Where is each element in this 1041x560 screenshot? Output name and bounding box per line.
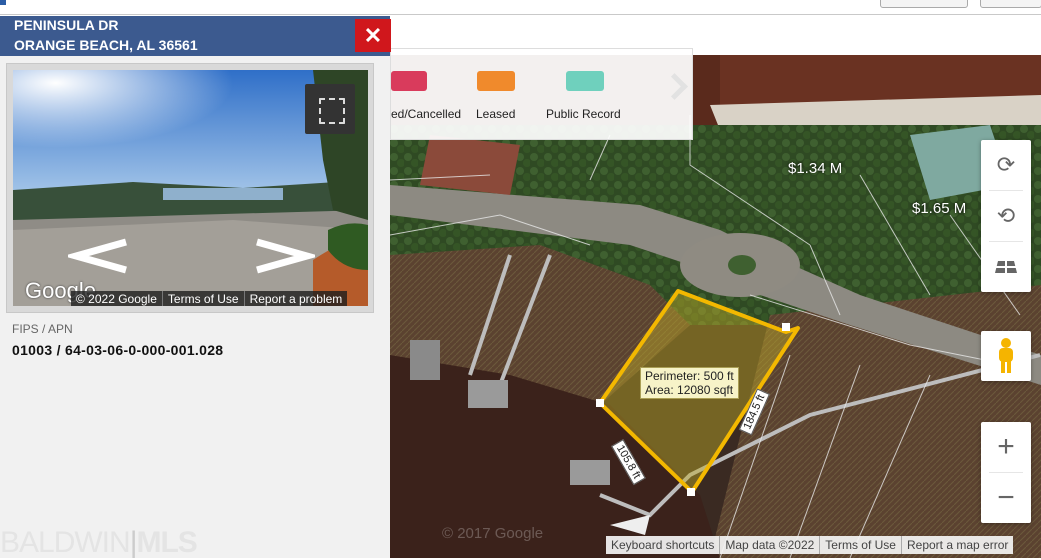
rotate-tilt-controls: ⟳ ⟲	[981, 140, 1031, 292]
legend-label: ed/Cancelled	[391, 107, 462, 121]
imagery-watermark: © 2017 Google	[442, 525, 544, 542]
zoom-in-button[interactable]: +	[981, 422, 1031, 472]
keyboard-shortcuts-link[interactable]: Keyboard shortcuts	[606, 536, 721, 554]
price-label[interactable]: $1.34 M	[788, 160, 842, 177]
street-view-control[interactable]	[981, 331, 1031, 381]
legend-swatch	[391, 71, 427, 91]
legend-label: Leased	[476, 107, 516, 121]
property-info-panel: PENINSULA DR ORANGE BEACH, AL 36561 ✕ Go…	[0, 16, 391, 559]
rotate-counterclockwise-icon[interactable]: ⟲	[981, 191, 1031, 241]
zoom-out-button[interactable]: −	[981, 473, 1031, 523]
top-toolbar	[0, 0, 1041, 15]
price-label[interactable]: $1.65 M	[912, 200, 966, 217]
fips-label: FIPS / APN	[12, 322, 73, 336]
status-legend: ed/Cancelled Leased Public Record	[390, 48, 693, 140]
arrow-left-icon[interactable]	[68, 238, 130, 274]
measurement-label: Perimeter: 500 ft Area: 12080 sqft	[640, 367, 739, 399]
tilt-icon[interactable]	[981, 242, 1031, 292]
toolbar-button[interactable]	[980, 0, 1041, 8]
arrow-right-icon[interactable]	[253, 238, 315, 274]
legend-swatch	[477, 71, 515, 91]
fips-value: 01003 / 64-03-06-0-000-001.028	[12, 342, 224, 358]
area-text: Area: 12080 sqft	[645, 383, 734, 397]
close-button[interactable]: ✕	[355, 19, 391, 52]
fullscreen-icon[interactable]	[305, 84, 355, 134]
zoom-controls: + −	[981, 422, 1031, 523]
chevron-right-icon[interactable]	[661, 73, 688, 100]
brand-logo: BALDWIN|MLS	[0, 526, 198, 559]
legend-label: Public Record	[546, 107, 621, 121]
street-view-attribution: © 2022 Google Terms of Use Report a prob…	[71, 291, 348, 306]
map-attribution: Keyboard shortcuts Map data ©2022 Terms …	[606, 536, 1014, 554]
report-error-link[interactable]: Report a map error	[902, 536, 1013, 554]
address-line-2: ORANGE BEACH, AL 36561	[14, 37, 198, 53]
terms-link[interactable]: Terms of Use	[820, 536, 902, 554]
toolbar-button[interactable]	[880, 0, 968, 8]
copyright-text: © 2022 Google	[71, 291, 163, 306]
logo-mark	[0, 0, 6, 5]
pegman-icon[interactable]	[981, 331, 1031, 381]
legend-swatch	[566, 71, 604, 91]
address-line-1: PENINSULA DR	[14, 17, 119, 33]
terms-link[interactable]: Terms of Use	[163, 291, 245, 306]
rotate-clockwise-icon[interactable]: ⟳	[981, 140, 1031, 190]
street-view-frame: Google © 2022 Google Terms of Use Report…	[6, 63, 374, 313]
map-data-text: Map data ©2022	[720, 536, 821, 554]
street-view-image[interactable]: Google © 2022 Google Terms of Use Report…	[13, 70, 368, 306]
panel-header: PENINSULA DR ORANGE BEACH, AL 36561	[0, 16, 390, 56]
perimeter-text: Perimeter: 500 ft	[645, 369, 734, 383]
report-problem-link[interactable]: Report a problem	[245, 291, 348, 306]
